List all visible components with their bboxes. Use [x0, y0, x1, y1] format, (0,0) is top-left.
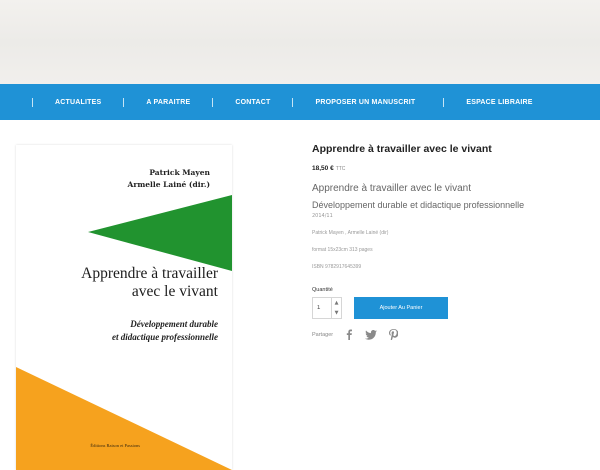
cover-subtitle: Développement durable et didactique prof… — [112, 318, 218, 344]
cover-artwork — [16, 195, 232, 470]
nav-item-a-paraitre[interactable]: A PARAITRE — [123, 97, 191, 107]
nav-label: PROPOSER UN MANUSCRIT — [315, 98, 416, 106]
cover-title-line: avec le vivant — [131, 283, 218, 300]
facebook-icon[interactable] — [345, 329, 353, 340]
nav-separator — [123, 97, 125, 107]
cover-title-line: Apprendre à travailler — [81, 265, 218, 282]
cover-publisher: Éditions Raison et Passions — [90, 443, 140, 448]
product-format: format 15x23cm 313 pages — [312, 247, 373, 253]
nav-label: CONTACT — [235, 98, 271, 106]
nav-separator — [443, 97, 445, 107]
book-cover[interactable]: Patrick Mayen Armelle Lainé (dir.) Appre… — [16, 145, 232, 470]
cover-author: Patrick Mayen — [149, 168, 210, 177]
description-title: Apprendre à travailler avec le vivant — [312, 183, 471, 194]
cover-title: Apprendre à travailler avec le vivant — [81, 265, 218, 301]
quantity-stepper: ▲ ▼ — [312, 297, 342, 319]
quantity-spinner: ▲ ▼ — [331, 298, 341, 318]
price-value: 18,50 € — [312, 165, 334, 172]
cover-authors: Patrick Mayen Armelle Lainé (dir.) — [128, 167, 210, 191]
nav-item-contact[interactable]: CONTACT — [212, 97, 271, 107]
nav-item-proposer-manuscrit[interactable]: PROPOSER UN MANUSCRIT — [292, 97, 416, 107]
twitter-icon[interactable] — [365, 329, 378, 340]
product-authors: Patrick Mayen , Armelle Lainé (dir) — [312, 230, 389, 236]
nav-label: ACTUALITES — [55, 98, 102, 106]
description-subtitle: Développement durable et didactique prof… — [312, 200, 525, 210]
price: 18,50 € TTC — [312, 165, 597, 172]
add-to-cart-button[interactable]: Ajouter Au Panier — [354, 297, 448, 319]
nav-label: A PARAITRE — [146, 98, 191, 106]
share-label: Partager — [312, 331, 334, 338]
quantity-label: Quantité — [312, 287, 333, 293]
cover-green-triangle — [88, 195, 232, 271]
cover-author: Armelle Lainé (dir.) — [127, 180, 210, 189]
cover-orange-triangle — [16, 367, 232, 470]
quantity-increase-icon[interactable]: ▲ — [332, 298, 341, 308]
nav-separator — [32, 97, 33, 107]
cover-subtitle-line: Développement durable — [130, 319, 218, 329]
nav-separator — [292, 97, 294, 107]
add-to-cart-row: ▲ ▼ Ajouter Au Panier — [312, 297, 597, 319]
nav-item-espace-libraire[interactable]: ESPACE LIBRAIRE — [443, 97, 533, 107]
nav-label: ESPACE LIBRAIRE — [466, 98, 533, 106]
price-tax-label: TTC — [335, 166, 346, 172]
cover-subtitle-line: et didactique professionnelle — [112, 332, 218, 342]
product-title: Apprendre à travailler avec le vivant — [312, 143, 492, 155]
main-nav: ACTUALITES A PARAITRE CONTACT PROPOSER U… — [0, 84, 600, 120]
nav-item-actualites[interactable]: ACTUALITES — [32, 97, 102, 107]
nav-separator — [212, 97, 214, 107]
publication-date: 2014/11 — [312, 213, 333, 219]
share-row: Partager — [312, 329, 597, 340]
header-banner — [0, 0, 600, 84]
quantity-decrease-icon[interactable]: ▼ — [332, 308, 341, 318]
pinterest-icon[interactable] — [389, 329, 399, 340]
product-isbn: ISBN 9782917645399 — [312, 264, 362, 270]
product-info: Apprendre à travailler avec le vivant 18… — [312, 142, 597, 340]
